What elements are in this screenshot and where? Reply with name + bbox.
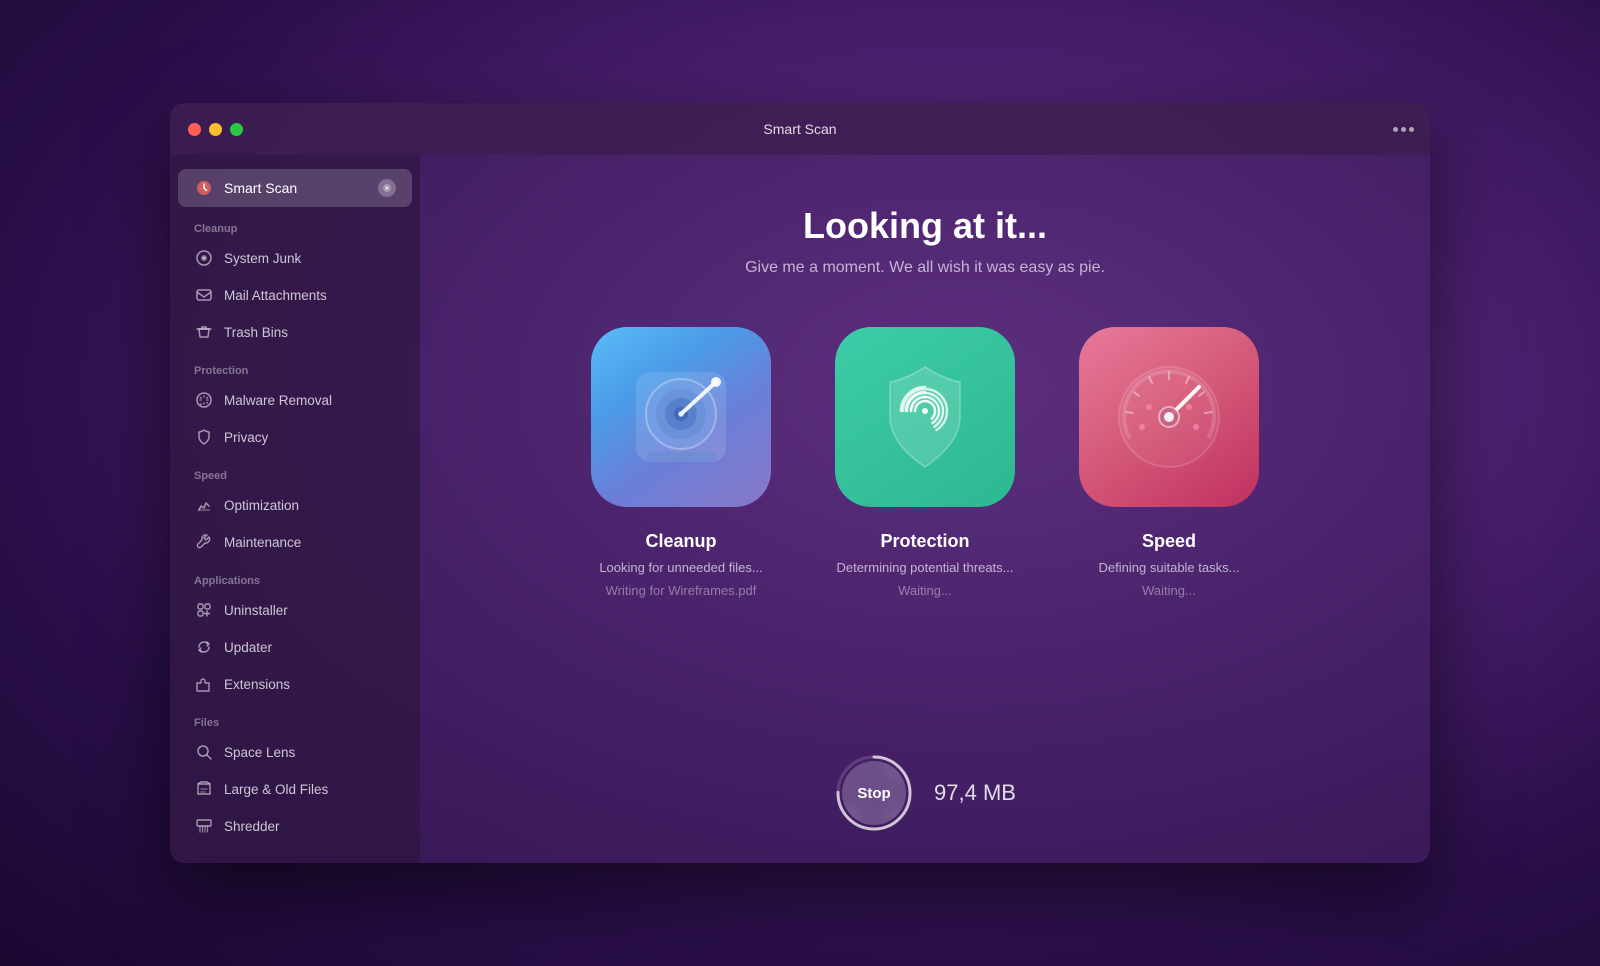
updater-label: Updater [224,640,272,655]
stop-button-wrapper: Stop [834,753,914,833]
cleanup-card-status2: Writing for Wireframes.pdf [606,583,757,598]
titlebar-title: Smart Scan [763,121,836,137]
protection-card: Protection Determining potential threats… [815,327,1035,598]
size-label: 97,4 MB [934,780,1016,806]
malware-removal-label: Malware Removal [224,393,332,408]
sidebar: Smart Scan Cleanup [170,155,420,863]
trash-bins-label: Trash Bins [224,325,288,340]
speed-section-header: Speed [170,456,420,486]
sidebar-item-extensions[interactable]: Extensions [178,666,412,702]
system-junk-icon [194,248,214,268]
minimize-button[interactable] [209,123,222,136]
files-section-header: Files [170,703,420,733]
privacy-label: Privacy [224,430,268,445]
protection-card-icon [835,327,1015,507]
mail-attachments-label: Mail Attachments [224,288,327,303]
sidebar-item-privacy[interactable]: Privacy [178,419,412,455]
mail-attachments-icon [194,285,214,305]
cleanup-card: Cleanup Looking for unneeded files... Wr… [571,327,791,598]
uninstaller-icon [194,600,214,620]
malware-removal-icon [194,390,214,410]
large-old-files-icon [194,779,214,799]
system-junk-label: System Junk [224,251,301,266]
speed-card-status2: Waiting... [1142,583,1196,598]
uninstaller-label: Uninstaller [224,603,288,618]
protection-section-header: Protection [170,351,420,381]
space-lens-label: Space Lens [224,745,295,760]
sidebar-item-large-old-files[interactable]: Large & Old Files [178,771,412,807]
shredder-label: Shredder [224,819,280,834]
stop-button[interactable]: Stop [842,761,906,825]
main-subtitle: Give me a moment. We all wish it was eas… [745,259,1105,277]
extensions-label: Extensions [224,677,290,692]
cards-row: Cleanup Looking for unneeded files... Wr… [571,327,1279,598]
sidebar-item-system-junk[interactable]: System Junk [178,240,412,276]
sidebar-item-uninstaller[interactable]: Uninstaller [178,592,412,628]
large-old-files-label: Large & Old Files [224,782,328,797]
stop-row: Stop 97,4 MB [834,753,1016,833]
maintenance-label: Maintenance [224,535,301,550]
main-content: Looking at it... Give me a moment. We al… [420,155,1430,863]
cleanup-card-icon [591,327,771,507]
titlebar: Smart Scan [170,103,1430,155]
sidebar-item-trash-bins[interactable]: Trash Bins [178,314,412,350]
sidebar-item-optimization[interactable]: Optimization [178,487,412,523]
updater-icon [194,637,214,657]
shredder-icon [194,816,214,836]
sidebar-item-space-lens[interactable]: Space Lens [178,734,412,770]
main-title: Looking at it... [803,205,1047,247]
extensions-icon [194,674,214,694]
optimization-icon [194,495,214,515]
speed-card-icon [1079,327,1259,507]
more-options[interactable] [1393,127,1414,132]
speed-card-title: Speed [1142,531,1196,552]
sidebar-item-shredder[interactable]: Shredder [178,808,412,844]
sidebar-item-maintenance[interactable]: Maintenance [178,524,412,560]
optimization-label: Optimization [224,498,299,513]
sidebar-item-malware-removal[interactable]: Malware Removal [178,382,412,418]
maximize-button[interactable] [230,123,243,136]
space-lens-icon [194,742,214,762]
maintenance-icon [194,532,214,552]
smart-scan-label: Smart Scan [224,180,368,196]
window-body: Smart Scan Cleanup [170,155,1430,863]
app-window: Smart Scan Smart Scan [170,103,1430,863]
smart-scan-icon [194,178,214,198]
protection-card-title: Protection [880,531,969,552]
trash-bins-icon [194,322,214,342]
privacy-icon [194,427,214,447]
close-button[interactable] [188,123,201,136]
protection-card-status1: Determining potential threats... [836,560,1013,575]
speed-card: Speed Defining suitable tasks... Waiting… [1059,327,1279,598]
cleanup-card-title: Cleanup [645,531,716,552]
sidebar-item-mail-attachments[interactable]: Mail Attachments [178,277,412,313]
traffic-lights [188,123,243,136]
sidebar-item-updater[interactable]: Updater [178,629,412,665]
cleanup-card-status1: Looking for unneeded files... [599,560,762,575]
speed-card-status1: Defining suitable tasks... [1099,560,1240,575]
sidebar-item-smart-scan[interactable]: Smart Scan [178,169,412,207]
protection-card-status2: Waiting... [898,583,952,598]
smart-scan-badge [378,179,396,197]
cleanup-section-header: Cleanup [170,209,420,239]
applications-section-header: Applications [170,561,420,591]
